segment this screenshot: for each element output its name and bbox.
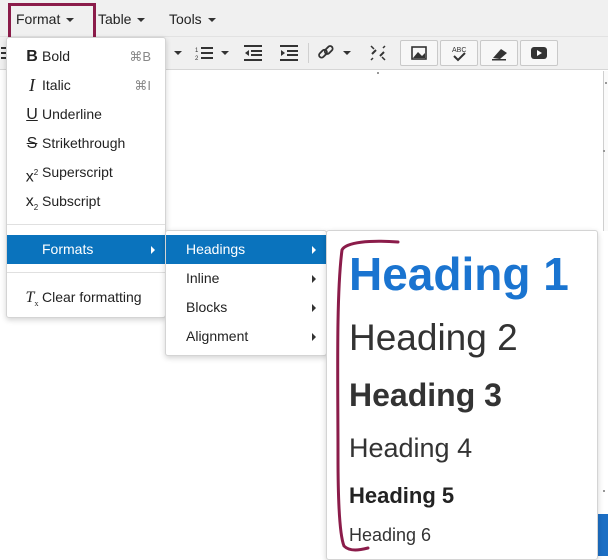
- menu-tools[interactable]: Tools: [161, 4, 224, 34]
- shortcut-label: ⌘B: [129, 49, 151, 64]
- menu-divider: [7, 224, 165, 225]
- menu-item-label: Italic: [42, 77, 71, 93]
- menu-item-label: Alignment: [186, 328, 249, 344]
- chevron-down-icon: [207, 18, 216, 23]
- dot-mark: [603, 150, 605, 152]
- bold-icon: B: [26, 48, 38, 65]
- format-highlight-box: [8, 3, 96, 37]
- youtube-icon: [531, 47, 547, 59]
- menu-item-inline[interactable]: Inline: [166, 264, 326, 293]
- outdent-button[interactable]: [240, 40, 266, 66]
- image-icon: [411, 46, 427, 60]
- svg-text:2: 2: [195, 56, 199, 61]
- dot-mark: [605, 82, 607, 84]
- menu-item-clear-formatting[interactable]: Tx Clear formatting: [7, 283, 165, 312]
- shortcut-label: ⌘I: [134, 78, 151, 93]
- strikethrough-icon: S: [26, 135, 38, 152]
- chevron-right-icon: [312, 246, 316, 254]
- menu-item-label: Inline: [186, 270, 220, 286]
- link-icon: [318, 45, 351, 59]
- menu-item-underline[interactable]: U Underline: [7, 100, 165, 129]
- menu-table[interactable]: Table: [90, 4, 153, 34]
- underline-icon: U: [26, 106, 38, 123]
- menu-item-superscript[interactable]: x2 Superscript: [7, 158, 165, 187]
- menu-item-strikethrough[interactable]: S Strikethrough: [7, 129, 165, 158]
- chevron-down-icon[interactable]: [170, 40, 186, 66]
- spellcheck-button[interactable]: ABC: [440, 40, 478, 66]
- chevron-down-icon: [137, 18, 146, 23]
- spellcheck-icon: ABC: [452, 47, 466, 62]
- format-menu: B Bold ⌘B I Italic ⌘I U Underline S Stri…: [6, 37, 166, 318]
- menu-item-subscript[interactable]: x2 Subscript: [7, 187, 165, 216]
- menu-item-label: Subscript: [42, 193, 101, 209]
- menu-item-blocks[interactable]: Blocks: [166, 293, 326, 322]
- menu-item-label: Headings: [186, 241, 246, 257]
- menu-item-label: Clear formatting: [42, 289, 142, 305]
- indent-button[interactable]: [276, 40, 302, 66]
- menu-item-formats[interactable]: Formats: [7, 235, 165, 264]
- italic-icon: I: [29, 75, 35, 95]
- menu-item-italic[interactable]: I Italic ⌘I: [7, 71, 165, 100]
- chevron-right-icon: [151, 246, 155, 254]
- menu-divider: [7, 272, 165, 273]
- chevron-right-icon: [312, 333, 316, 341]
- video-button[interactable]: [520, 40, 558, 66]
- menu-item-alignment[interactable]: Alignment: [166, 322, 326, 351]
- menu-item-label: Blocks: [186, 299, 228, 315]
- chevron-right-icon: [312, 304, 316, 312]
- dot-mark: [377, 72, 379, 74]
- image-button[interactable]: [400, 40, 438, 66]
- link-button[interactable]: [314, 40, 356, 66]
- menu-item-label: Underline: [42, 106, 102, 122]
- eraser-icon: [492, 49, 507, 61]
- numbered-list-button[interactable]: 12: [192, 40, 232, 66]
- menu-item-label: Superscript: [42, 164, 113, 180]
- unlink-button[interactable]: [364, 40, 392, 66]
- menu-item-bold[interactable]: B Bold ⌘B: [7, 42, 165, 71]
- bracket-annotation: [336, 239, 400, 552]
- indent-icon: [280, 45, 298, 61]
- menu-item-label: Formats: [42, 241, 94, 257]
- unlink-icon: [370, 45, 386, 61]
- chevron-right-icon: [312, 275, 316, 283]
- eraser-button[interactable]: [480, 40, 518, 66]
- menu-table-label: Table: [98, 11, 132, 27]
- menu-item-headings[interactable]: Headings: [166, 235, 326, 264]
- svg-text:1: 1: [195, 48, 199, 54]
- dot-mark: [603, 490, 605, 492]
- menu-tools-label: Tools: [169, 11, 202, 27]
- toolbar-separator: [308, 43, 309, 63]
- outdent-icon: [244, 45, 262, 61]
- subscript-icon: x2: [25, 193, 39, 213]
- menu-item-label: Strikethrough: [42, 135, 126, 151]
- menu-item-label: Bold: [42, 48, 71, 64]
- clear-formatting-icon: Tx: [25, 289, 39, 309]
- numbered-list-icon: 12: [195, 47, 229, 61]
- formats-submenu: Headings Inline Blocks Alignment: [165, 230, 327, 356]
